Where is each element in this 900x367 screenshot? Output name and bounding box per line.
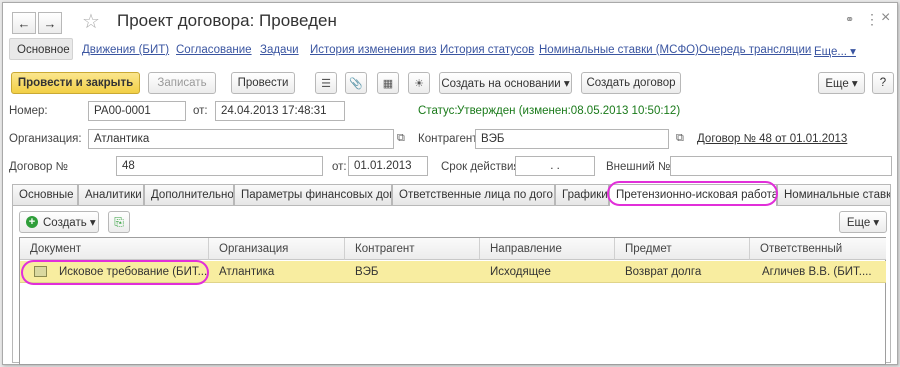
contractor-label: Контрагент:: [418, 133, 481, 145]
post-and-close-button[interactable]: Провести и закрыть: [11, 72, 140, 94]
validity-label: Срок действия:: [441, 161, 523, 173]
create-contract-button[interactable]: Создать договор: [581, 72, 681, 94]
contract-link[interactable]: Договор № 48 от 01.01.2013: [697, 133, 847, 145]
save-button[interactable]: Записать: [148, 72, 216, 94]
open-contractor-icon[interactable]: ⧉: [676, 132, 690, 146]
external-number-label: Внешний №:: [606, 161, 674, 173]
contract-number-field[interactable]: 48: [116, 156, 323, 176]
column-header-contractor[interactable]: Контрагент: [345, 238, 480, 260]
tab-highlight-oval: [607, 181, 778, 206]
panel-more-button[interactable]: Еще ▾: [839, 211, 887, 233]
more-actions-button[interactable]: Еще ▾: [818, 72, 865, 94]
contract-date-label: от:: [332, 161, 347, 173]
more-menu-icon[interactable]: ⋮: [865, 11, 879, 28]
nav-item-movements[interactable]: Движения (БИТ): [82, 44, 169, 56]
status-label: Статус:: [418, 105, 458, 117]
list-icon[interactable]: ☰: [315, 72, 337, 94]
organization-field[interactable]: Атлантика: [88, 129, 394, 149]
nav-item-visa-history[interactable]: История изменения виз: [310, 44, 437, 56]
tab-analytics[interactable]: Аналитики: [78, 184, 144, 205]
column-header-responsible[interactable]: Ответственный: [750, 238, 886, 260]
from-label: от:: [193, 105, 208, 117]
cell-subject: Возврат долга: [625, 266, 702, 278]
forward-button[interactable]: →: [38, 12, 62, 34]
column-header-subject[interactable]: Предмет: [615, 238, 750, 260]
cell-responsible: Агличев В.В. (БИТ....: [762, 266, 872, 278]
back-button[interactable]: ←: [12, 12, 36, 34]
post-button[interactable]: Провести: [231, 72, 295, 94]
back-arrow-icon: ←: [17, 15, 31, 31]
favorite-star-icon[interactable]: ☆: [82, 9, 100, 34]
validity-field[interactable]: . .: [515, 156, 595, 176]
tab-schedules[interactable]: Графики: [555, 184, 609, 205]
copy-doc-icon: ⎘: [114, 214, 124, 229]
attachment-icon[interactable]: 📎: [345, 72, 367, 94]
tab-financial-params[interactable]: Параметры финансовых дог...: [234, 184, 392, 205]
open-organization-icon[interactable]: ⧉: [397, 132, 411, 146]
column-header-document[interactable]: Документ: [20, 238, 209, 260]
tab-additional[interactable]: Дополнительно: [144, 184, 234, 205]
tab-responsible[interactable]: Ответственные лица по дого...: [392, 184, 555, 205]
lightbulb-icon[interactable]: ☀: [408, 72, 430, 94]
structure-icon[interactable]: ▦: [377, 72, 399, 94]
help-button[interactable]: ?: [872, 72, 894, 94]
row-highlight-oval: [21, 260, 209, 285]
number-label: Номер:: [9, 105, 48, 117]
create-button[interactable]: + Создать ▾: [19, 211, 99, 233]
create-label: Создать ▾: [43, 217, 96, 229]
date-field[interactable]: 24.04.2013 17:48:31: [215, 101, 345, 121]
add-icon: +: [26, 216, 38, 228]
forward-arrow-icon: →: [43, 15, 57, 31]
cell-organization: Атлантика: [219, 266, 275, 278]
nav-item-approval[interactable]: Согласование: [176, 44, 252, 56]
contractor-field[interactable]: ВЭБ: [475, 129, 669, 149]
column-header-organization[interactable]: Организация: [209, 238, 345, 260]
nav-item-main[interactable]: Основное: [17, 44, 70, 56]
status-value: Утвержден (изменен:08.05.2013 10:50:12): [457, 105, 681, 117]
cell-direction: Исходящее: [490, 266, 551, 278]
contract-number-label: Договор №: [9, 161, 68, 173]
create-based-on-button[interactable]: Создать на основании ▾: [439, 72, 572, 94]
document-window: ← → ☆ Проект договора: Проведен ⚭ ⋮ × Ос…: [2, 2, 898, 365]
nav-item-status-history[interactable]: История статусов: [440, 44, 534, 56]
link-icon[interactable]: ⚭: [845, 13, 854, 26]
page-title: Проект договора: Проведен: [117, 11, 337, 30]
close-icon[interactable]: ×: [881, 9, 890, 27]
number-field[interactable]: РА00-0001: [88, 101, 186, 121]
nav-item-more[interactable]: Еще... ▾: [814, 44, 856, 58]
contract-date-field[interactable]: 01.01.2013: [348, 156, 428, 176]
nav-item-nominal-rates[interactable]: Номинальные ставки (МСФО): [539, 44, 699, 56]
tab-main[interactable]: Основные: [12, 184, 78, 205]
cell-contractor: ВЭБ: [355, 266, 379, 278]
nav-item-tasks[interactable]: Задачи: [260, 44, 299, 56]
claims-table: Документ Организация Контрагент Направле…: [19, 237, 886, 365]
external-number-field[interactable]: [670, 156, 892, 176]
create-copy-button[interactable]: ⎘: [108, 211, 130, 233]
tab-nominal-rates[interactable]: Номинальные ставки: [777, 184, 891, 205]
organization-label: Организация:: [9, 133, 82, 145]
nav-item-translation-queue[interactable]: Очередь трансляции: [699, 44, 811, 56]
column-header-direction[interactable]: Направление: [480, 238, 615, 260]
